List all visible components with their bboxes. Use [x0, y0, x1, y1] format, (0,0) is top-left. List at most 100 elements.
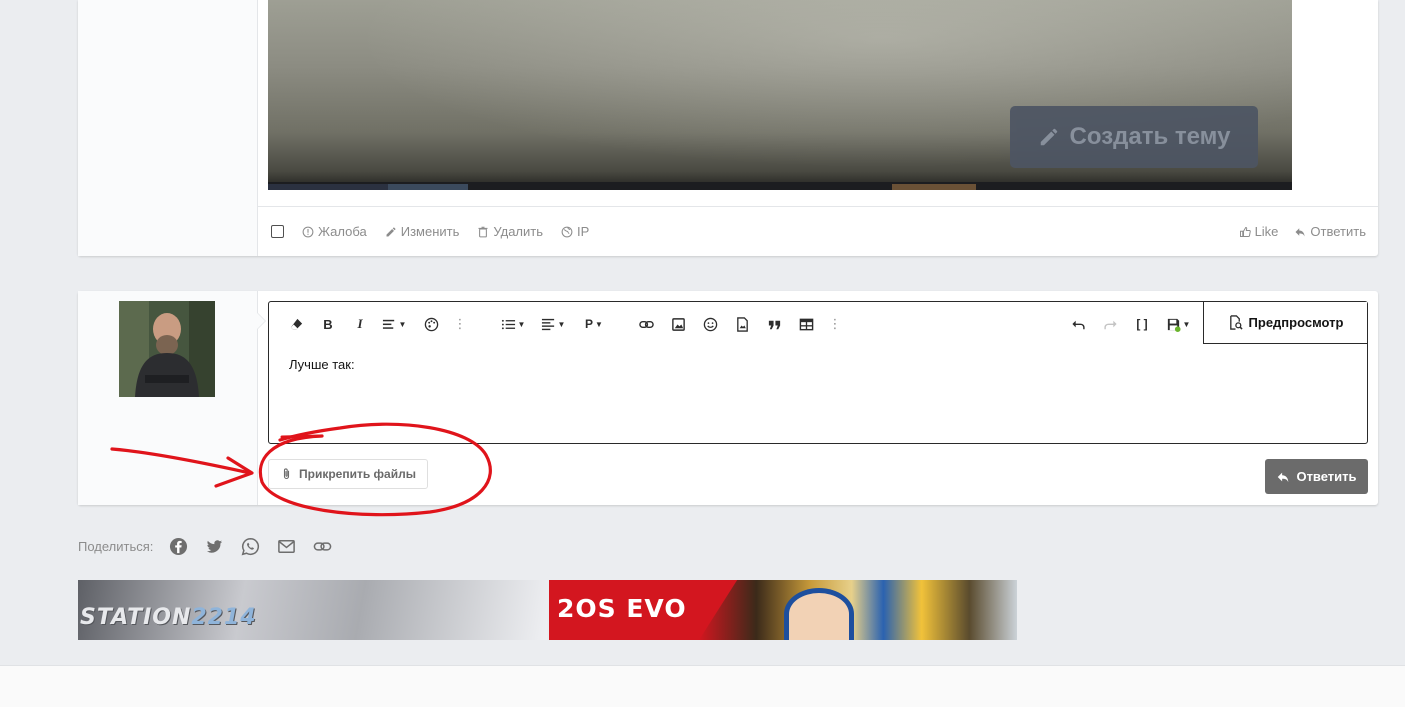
insert-smilie-button[interactable] — [701, 316, 719, 332]
reply-icon — [1278, 472, 1289, 482]
vertical-dots-icon: ⋮ — [828, 316, 842, 331]
submit-reply-button[interactable]: Ответить — [1265, 459, 1368, 494]
brackets-icon: [ ] — [1136, 317, 1148, 331]
reply-icon — [1295, 227, 1305, 236]
align-left-icon — [541, 318, 554, 330]
insert-image-button[interactable] — [669, 316, 687, 332]
thumbs-up-icon — [1239, 226, 1251, 237]
whatsapp-icon[interactable] — [239, 535, 261, 557]
rich-text-editor[interactable]: B I ▼ ⋮ ▼ ▼ P ▼ ⋮ [] ▼ Предпросмотр Луч… — [268, 301, 1368, 444]
toggle-bbcode-button[interactable]: [ ] — [1133, 316, 1151, 332]
smiley-icon — [703, 317, 717, 331]
bullet-list-icon — [501, 319, 515, 329]
like-label: Like — [1254, 224, 1279, 239]
link-icon — [638, 320, 654, 328]
italic-icon: I — [357, 316, 363, 331]
delete-link[interactable]: Удалить — [477, 224, 543, 239]
preview-label: Предпросмотр — [1248, 315, 1344, 330]
avatar[interactable] — [119, 301, 215, 397]
pencil-icon — [1040, 128, 1057, 146]
more-insert-options-button[interactable]: ⋮ — [826, 316, 844, 332]
share-bar: Поделиться: — [78, 535, 333, 557]
message-user-sidebar — [78, 0, 258, 256]
caret-down-icon: ▼ — [517, 319, 526, 329]
color-button[interactable] — [422, 316, 440, 332]
create-topic-button-image: Создать тему — [1010, 106, 1258, 168]
caret-down-icon: ▼ — [1182, 319, 1191, 329]
table-icon — [799, 318, 813, 330]
screenshot-bottom-edge — [268, 182, 1292, 190]
preview-file-icon — [1229, 315, 1243, 330]
banner-2os-evo-logo: 2OS EVO — [557, 594, 687, 623]
banner-2os-evo[interactable]: 2OS EVO — [549, 580, 1017, 640]
sidebar-pointer — [257, 313, 265, 329]
banner-station[interactable]: STATION2214 — [78, 580, 547, 640]
share-label: Поделиться: — [78, 538, 154, 554]
attach-files-button[interactable]: Прикрепить файлы — [268, 459, 428, 489]
list-dropdown[interactable]: ▼ — [499, 316, 527, 332]
trash-icon — [478, 226, 488, 237]
paragraph-format-dropdown[interactable]: P ▼ — [580, 316, 608, 332]
drafts-dropdown[interactable]: ▼ — [1164, 316, 1192, 332]
editor-content[interactable]: Лучше так: — [289, 357, 355, 372]
ip-label: IP — [577, 224, 590, 239]
banner-station-text-b: 2214 — [191, 605, 257, 630]
text-lines-icon — [382, 319, 394, 329]
image-icon — [671, 317, 685, 331]
insert-link-button[interactable] — [637, 316, 655, 332]
ip-link[interactable]: IP — [561, 224, 589, 239]
caret-down-icon: ▼ — [595, 319, 603, 329]
redo-icon — [1103, 320, 1117, 329]
insert-quote-button[interactable] — [765, 316, 783, 332]
edit-link[interactable]: Изменить — [385, 224, 460, 239]
italic-button[interactable]: I — [351, 316, 369, 332]
select-checkbox[interactable] — [271, 225, 284, 238]
warning-circle-icon — [302, 226, 314, 237]
palette-icon — [424, 317, 438, 331]
text-style-dropdown[interactable]: ▼ — [381, 316, 407, 332]
insert-table-button[interactable] — [797, 316, 815, 332]
quick-reply-block: B I ▼ ⋮ ▼ ▼ P ▼ ⋮ [] ▼ Предпросмотр Луч… — [78, 291, 1378, 505]
twitter-icon[interactable] — [203, 535, 225, 557]
message-actions-bar: Жалоба Изменить Удалить IP Like Ответить — [258, 206, 1378, 256]
banner-station-logo: STATION2214 — [80, 605, 257, 630]
align-dropdown[interactable]: ▼ — [539, 316, 567, 332]
undo-icon — [1071, 320, 1085, 329]
message-post: Создать тему Жалоба Изменить Удалить IP … — [78, 0, 1378, 256]
undo-button[interactable] — [1069, 316, 1087, 332]
more-text-options-button[interactable]: ⋮ — [451, 316, 469, 332]
save-draft-icon — [1167, 318, 1181, 332]
link-icon[interactable] — [311, 535, 333, 557]
insert-media-button[interactable] — [733, 316, 751, 332]
redo-button[interactable] — [1101, 316, 1119, 332]
edit-label: Изменить — [400, 224, 460, 239]
banner-artwork — [699, 580, 1017, 640]
media-file-icon — [736, 316, 748, 332]
embedded-screenshot[interactable]: Создать тему — [268, 0, 1292, 190]
delete-label: Удалить — [493, 224, 543, 239]
facebook-icon[interactable] — [167, 535, 189, 557]
vertical-dots-icon: ⋮ — [453, 316, 467, 331]
globe-icon — [561, 226, 573, 237]
clear-format-button[interactable] — [287, 316, 305, 332]
like-link[interactable]: Like — [1239, 224, 1279, 239]
quote-icon — [768, 320, 780, 329]
page-footer — [0, 665, 1405, 707]
caret-down-icon: ▼ — [398, 319, 407, 329]
bold-button[interactable]: B — [319, 316, 337, 332]
mail-icon[interactable] — [275, 535, 297, 557]
report-link[interactable]: Жалоба — [302, 224, 367, 239]
attach-files-label: Прикрепить файлы — [299, 467, 416, 481]
preview-button[interactable]: Предпросмотр — [1203, 302, 1367, 344]
bold-icon: B — [323, 316, 333, 332]
eraser-icon — [290, 318, 302, 329]
reply-label: Ответить — [1310, 224, 1366, 239]
caret-down-icon: ▼ — [557, 319, 566, 329]
pencil-icon — [386, 226, 396, 236]
banner-station-text-a: STATION — [80, 605, 192, 630]
report-label: Жалоба — [318, 224, 367, 239]
create-topic-label: Создать тему — [1069, 123, 1231, 150]
submit-reply-label: Ответить — [1296, 469, 1357, 484]
paragraph-format-label: P — [585, 317, 594, 331]
reply-link[interactable]: Ответить — [1294, 224, 1366, 239]
